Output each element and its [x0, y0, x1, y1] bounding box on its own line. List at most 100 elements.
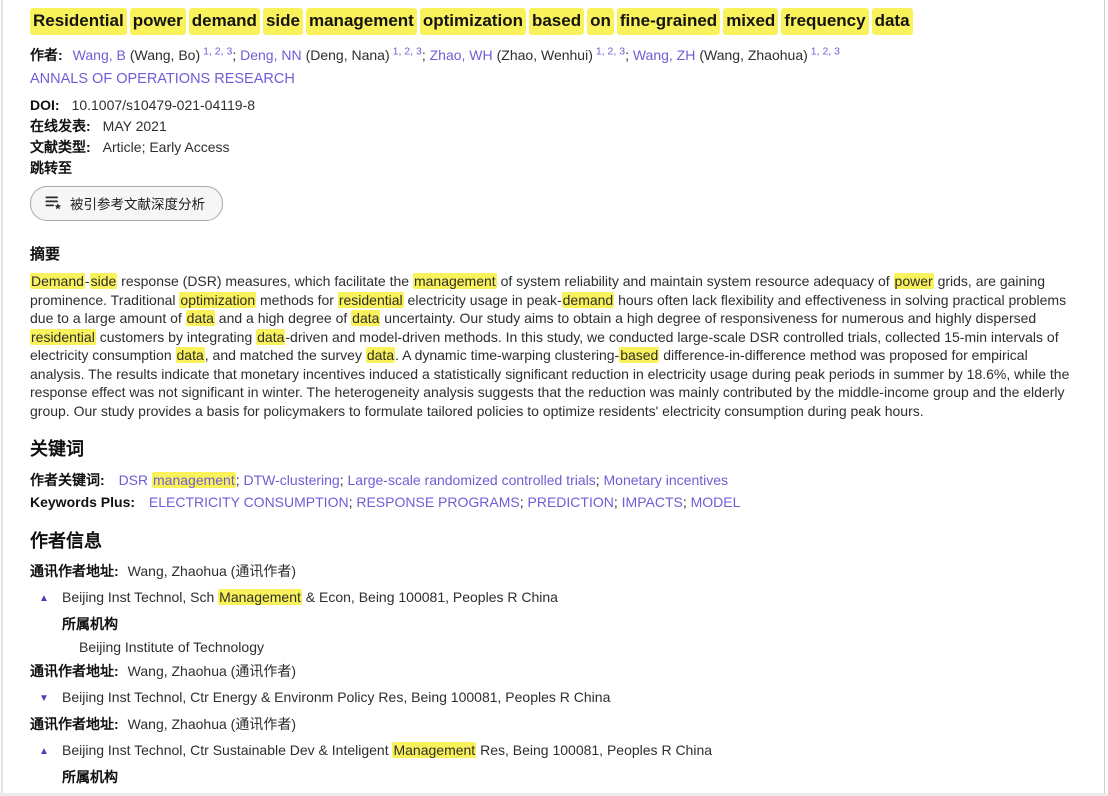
expand-triangle-icon[interactable]: ▼	[39, 689, 52, 708]
highlighted-term: management	[152, 472, 236, 488]
author-link[interactable]: Zhao, WH	[430, 47, 493, 63]
title-word: frequency	[781, 8, 868, 35]
title-word: management	[306, 8, 417, 35]
citation-analysis-button[interactable]: 被引参考文献深度分析	[30, 186, 223, 221]
highlighted-term: side	[90, 273, 118, 289]
title-word: demand	[189, 8, 260, 35]
corresponding-author-name: Wang, Zhaohua (通讯作者)	[128, 663, 296, 679]
list-star-icon	[45, 195, 62, 211]
keywords-plus-link[interactable]: RESPONSE PROGRAMS	[356, 494, 519, 510]
title-word: based	[529, 8, 584, 35]
text-segment: . A dynamic time-warping clustering-	[395, 347, 619, 363]
author-keyword-link[interactable]: Monetary incentives	[604, 472, 729, 488]
title-word: Residential	[30, 8, 127, 35]
address-text: Beijing Inst Technol, Ctr Energy & Envir…	[62, 689, 610, 705]
title-word: optimization	[420, 8, 526, 35]
highlighted-term: Management	[392, 742, 476, 758]
author-link[interactable]: Deng, NN	[240, 47, 301, 63]
highlighted-term: management	[413, 273, 497, 289]
corresponding-author-name: Wang, Zhaohua (通讯作者)	[128, 716, 296, 732]
address-row: ▼ Beijing Inst Technol, Ctr Energy & Envi…	[30, 688, 1076, 708]
text-segment: uncertainty. Our study aims to obtain a …	[380, 310, 1036, 326]
citation-analysis-label: 被引参考文献深度分析	[70, 193, 205, 213]
text-segment: Beijing Inst Technol, Ctr Energy & Envir…	[62, 689, 610, 705]
author-affiliation-sup[interactable]: 1, 2, 3	[596, 45, 625, 57]
text-segment: & Econ, Being 100081, Peoples R China	[302, 589, 558, 605]
highlighted-term: residential	[30, 329, 96, 345]
text-segment: electricity usage in peak-	[404, 292, 562, 308]
corresponding-address-row: 通讯作者地址:Wang, Zhaohua (通讯作者)	[30, 715, 1076, 734]
field-value: MAY 2021	[103, 118, 167, 134]
highlighted-term: based	[619, 347, 659, 363]
keywords-plus-link[interactable]: ELECTRICITY CONSUMPTION	[149, 494, 349, 510]
keyword-separator: ;	[520, 494, 528, 510]
text-segment: Beijing Inst Technol, Ctr Sustainable De…	[62, 742, 392, 758]
field-label: DOI:	[30, 97, 60, 113]
address-row: ▲ Beijing Inst Technol, Sch Management & …	[30, 588, 1076, 608]
text-segment: Large-scale randomized controlled trials	[348, 472, 596, 488]
author-keyword-link[interactable]: Large-scale randomized controlled trials	[348, 472, 596, 488]
keyword-separator: ;	[596, 472, 604, 488]
author-keywords-list: DSR management; DTW-clustering; Large-sc…	[119, 472, 728, 488]
field-label: 文献类型:	[30, 139, 91, 155]
collapse-triangle-icon[interactable]: ▲	[39, 742, 52, 761]
journal-link[interactable]: ANNALS OF OPERATIONS RESEARCH	[30, 71, 1076, 87]
author-full-name: (Wang, Zhaohua)	[699, 47, 807, 63]
article-record-card: Residentialpowerdemandsidemanagementopti…	[0, 0, 1108, 796]
author-keyword-link[interactable]: DSR management	[119, 472, 236, 488]
author-full-name: (Wang, Bo)	[130, 47, 200, 63]
title-word: fine-grained	[617, 8, 720, 35]
keywords-plus-link[interactable]: IMPACTS	[622, 494, 683, 510]
author-link[interactable]: Wang, B	[73, 47, 126, 63]
keyword-separator: ;	[614, 494, 622, 510]
authors-row: 作者:Wang, B(Wang, Bo)1, 2, 3; Deng, NN(De…	[30, 46, 1076, 65]
highlighted-term: optimization	[179, 292, 256, 308]
author-full-name: (Zhao, Wenhui)	[497, 47, 593, 63]
keywords-plus-link[interactable]: MODEL	[691, 494, 741, 510]
title-word: data	[872, 8, 913, 35]
text-segment: , and matched the survey	[205, 347, 366, 363]
author-affiliation-sup[interactable]: 1, 2, 3	[811, 45, 840, 57]
text-segment: Monetary incentives	[604, 472, 729, 488]
authors-label: 作者:	[30, 47, 63, 63]
journal-name[interactable]: ANNALS OF OPERATIONS RESEARCH	[30, 71, 295, 87]
highlighted-term: Demand	[30, 273, 85, 289]
text-segment: response (DSR) measures, which facilitat…	[117, 273, 413, 289]
corresponding-address-row: 通讯作者地址:Wang, Zhaohua (通讯作者)	[30, 562, 1076, 581]
author-full-name: (Deng, Nana)	[306, 47, 390, 63]
highlighted-term: residential	[338, 292, 404, 308]
title-word: mixed	[723, 8, 778, 35]
abstract-text: Demand-side response (DSR) measures, whi…	[30, 272, 1076, 420]
author-keyword-link[interactable]: DTW-clustering	[244, 472, 340, 488]
abstract-heading: 摘要	[30, 243, 1076, 264]
highlighted-term: data	[176, 347, 205, 363]
right-edge-divider	[1104, 0, 1105, 796]
text-segment: methods for	[256, 292, 338, 308]
text-segment: DSR	[119, 472, 152, 488]
author-link[interactable]: Wang, ZH	[633, 47, 696, 63]
article-title: Residentialpowerdemandsidemanagementopti…	[30, 8, 1076, 35]
field-label: 在线发表:	[30, 118, 91, 134]
title-word: side	[263, 8, 303, 35]
text-segment: and a high degree of	[215, 310, 351, 326]
text-segment: Res, Being 100081, Peoples R China	[476, 742, 712, 758]
field-value: 10.1007/s10479-021-04119-8	[72, 97, 255, 113]
author-separator: ;	[625, 47, 633, 63]
author-separator: ;	[232, 47, 240, 63]
author-affiliation-sup[interactable]: 1, 2, 3	[393, 45, 422, 57]
keywords-plus-link[interactable]: PREDICTION	[528, 494, 614, 510]
author-keywords-row: 作者关键词: DSR management; DTW-clustering; L…	[30, 470, 1076, 490]
highlighted-term: data	[366, 347, 395, 363]
keywords-plus-label: Keywords Plus:	[30, 494, 135, 510]
address-text: Beijing Inst Technol, Sch Management & E…	[62, 589, 558, 605]
corresponding-address-row: 通讯作者地址:Wang, Zhaohua (通讯作者)	[30, 662, 1076, 681]
author-affiliation-sup[interactable]: 1, 2, 3	[203, 45, 232, 57]
keywords-heading: 关键词	[30, 435, 1076, 461]
author-keywords-label: 作者关键词:	[30, 472, 105, 488]
highlighted-term: data	[351, 310, 380, 326]
collapse-triangle-icon[interactable]: ▲	[39, 589, 52, 608]
highlighted-term: power	[894, 273, 934, 289]
keyword-separator: ;	[683, 494, 691, 510]
authors-list: Wang, B(Wang, Bo)1, 2, 3; Deng, NN(Deng,…	[73, 47, 840, 63]
field-value: Article; Early Access	[103, 139, 230, 155]
